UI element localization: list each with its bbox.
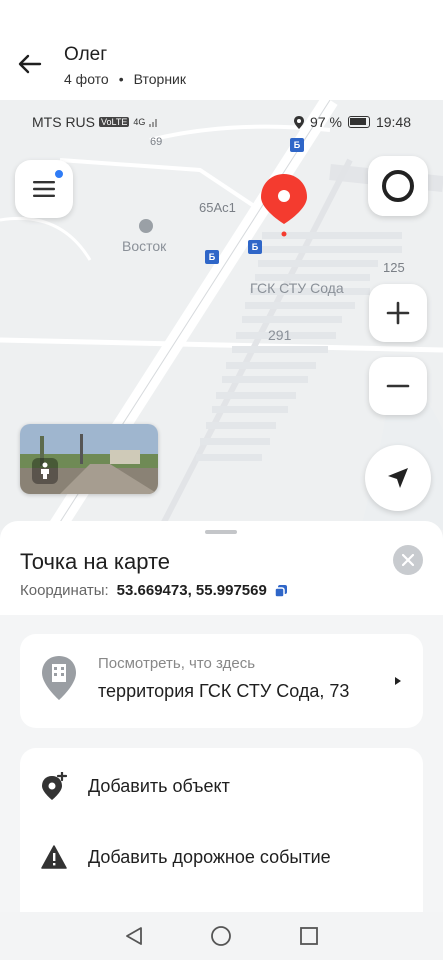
carrier-name: MTS RUS (32, 114, 95, 130)
shop-icon (139, 219, 153, 233)
viewer-header: Олег 4 фото • Вторник (0, 0, 443, 100)
status-right: 97 % 19:48 (294, 114, 411, 130)
menu-button[interactable] (15, 160, 73, 218)
notification-dot (54, 169, 64, 179)
bus-stop-icon[interactable]: Б (205, 250, 219, 264)
meta-separator: • (118, 71, 124, 87)
add-object-action[interactable]: Добавить объект (20, 758, 423, 814)
back-button[interactable] (12, 44, 48, 84)
place-sheet: Точка на карте Координаты: 53.669473, 55… (0, 521, 443, 960)
whats-here-card[interactable]: Посмотреть, что здесь территория ГСК СТУ… (20, 634, 423, 728)
building-pin-icon (42, 656, 76, 700)
triangle-right-icon (395, 677, 401, 685)
sheet-grabber[interactable] (205, 530, 237, 534)
whats-here-hint: Посмотреть, что здесь (98, 655, 256, 672)
map-view[interactable]: MTS RUS VoLTE 4G 97 % 19:48 69 65Ас1 Вос… (0, 100, 443, 530)
map-label-125: 125 (383, 260, 405, 275)
map-label-291: 291 (268, 327, 292, 343)
status-bar: MTS RUS VoLTE 4G 97 % 19:48 (0, 114, 443, 134)
location-pin-icon[interactable] (260, 174, 308, 238)
back-triangle-icon (125, 927, 142, 945)
coordinates-row: Координаты: 53.669473, 55.997569 (20, 582, 287, 599)
add-road-event-action[interactable]: Добавить дорожное событие (20, 829, 423, 885)
photo-meta: 4 фото • Вторник (64, 71, 186, 87)
photo-viewer: Олег 4 фото • Вторник MTS RUS VoLTE 4G 9… (0, 0, 443, 960)
copy-icon[interactable] (274, 584, 287, 597)
add-road-event-label: Добавить дорожное событие (88, 846, 331, 867)
add-place-icon (40, 772, 68, 800)
nav-back-button[interactable] (119, 921, 149, 951)
sheet-header: Точка на карте Координаты: 53.669473, 55… (0, 521, 443, 615)
plus-icon (386, 301, 410, 325)
warning-icon (40, 843, 68, 871)
bus-stop-icon[interactable]: Б (248, 240, 262, 254)
coordinates-value[interactable]: 53.669473, 55.997569 (117, 582, 267, 599)
home-circle-icon (211, 926, 232, 946)
volte-badge: VoLTE (99, 117, 130, 127)
panorama-person-icon (32, 458, 58, 484)
status-left: MTS RUS VoLTE 4G (32, 114, 159, 130)
clock: 19:48 (375, 114, 411, 130)
map-label-65: 65Ас1 (199, 200, 236, 215)
signal-icon (149, 119, 158, 127)
navigation-arrow-icon (388, 468, 408, 488)
alice-ring-icon (382, 170, 414, 202)
map-label-gsk: ГСК СТУ Сода (250, 280, 344, 296)
system-nav-bar (0, 912, 443, 960)
photo-count: 4 фото (64, 71, 109, 87)
sender-name: Олег (64, 44, 108, 65)
net-type: 4G (133, 117, 146, 127)
sheet-title: Точка на карте (20, 549, 171, 574)
panorama-preview[interactable] (20, 424, 158, 494)
map-label-vostok: Восток (122, 238, 167, 254)
assistant-button[interactable] (368, 156, 428, 216)
my-location-button[interactable] (365, 445, 431, 511)
battery-percent: 97 % (310, 114, 342, 130)
nav-recents-button[interactable] (294, 921, 324, 951)
location-status-icon (294, 115, 305, 129)
screenshot: MTS RUS VoLTE 4G 97 % 19:48 69 65Ас1 Вос… (0, 100, 443, 960)
hamburger-menu-icon (33, 181, 55, 197)
minus-icon (386, 384, 410, 388)
photo-day: Вторник (133, 71, 187, 87)
zoom-out-button[interactable] (369, 357, 427, 415)
close-icon (402, 554, 414, 566)
zoom-in-button[interactable] (369, 284, 427, 342)
battery-icon (347, 116, 370, 128)
add-object-label: Добавить объект (88, 775, 230, 796)
coordinates-label: Координаты: (20, 582, 109, 599)
nav-home-button[interactable] (206, 921, 236, 951)
bus-stop-icon[interactable]: Б (290, 138, 304, 152)
close-button[interactable] (393, 545, 423, 575)
map-label-69: 69 (150, 136, 163, 148)
arrow-left-icon (18, 54, 42, 74)
recents-square-icon (300, 927, 319, 945)
whats-here-address: территория ГСК СТУ Сода, 73 (98, 681, 350, 701)
